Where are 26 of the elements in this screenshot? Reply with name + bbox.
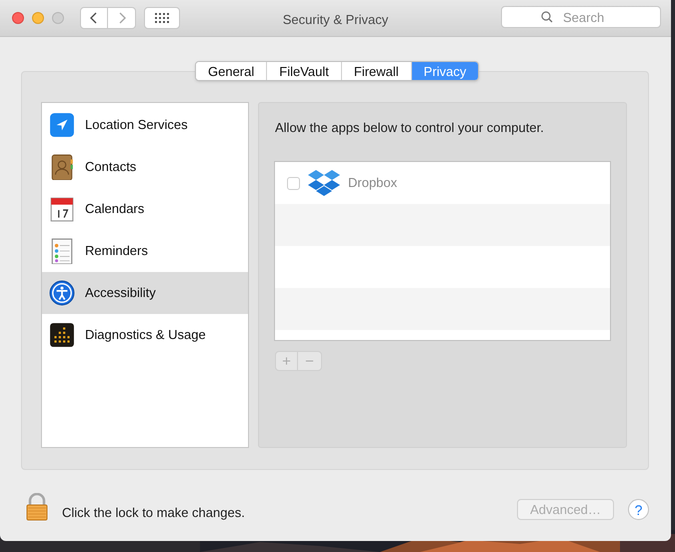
zoom-button[interactable]: [52, 12, 64, 24]
tab[interactable]: General: [196, 62, 266, 80]
open-box-icon: [308, 169, 340, 197]
search-field[interactable]: Search: [501, 6, 661, 28]
dot-grid-icon: [49, 322, 75, 348]
chevron-right-icon: [118, 12, 126, 24]
search-icon: [541, 11, 553, 23]
description-text: Allow the apps below to control your computer.: [275, 119, 544, 137]
back-button[interactable]: [80, 7, 108, 29]
tab[interactable]: FileVault: [266, 62, 341, 80]
tab[interactable]: Firewall: [340, 62, 411, 80]
help-button[interactable]: ?: [628, 499, 649, 520]
accessibility-icon: [49, 280, 75, 306]
lock-message: Click the lock to make changes.: [62, 504, 245, 522]
minimize-button[interactable]: [32, 12, 44, 24]
close-button[interactable]: [12, 12, 24, 24]
checklist-icon: [49, 238, 75, 264]
chevron-left-icon: [90, 12, 98, 24]
lock-icon: [25, 493, 49, 521]
show-all-button[interactable]: [144, 7, 180, 29]
calendar-icon: [49, 196, 75, 222]
app-name: Dropbox: [348, 174, 398, 192]
grid-icon: [155, 13, 169, 23]
sidebar-item[interactable]: Accessibility: [42, 272, 248, 314]
address-book-icon: [49, 154, 75, 180]
window-title: Security & Privacy: [282, 11, 390, 29]
